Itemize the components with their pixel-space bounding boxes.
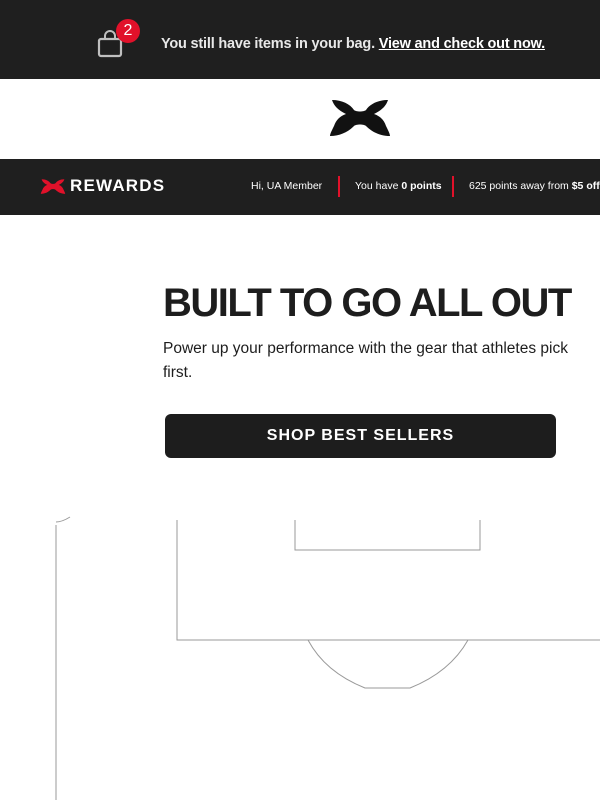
hero-title: BUILT TO GO ALL OUT xyxy=(163,281,572,325)
member-greeting: Hi, UA Member xyxy=(251,180,323,192)
bag-reminder-text: You still have items in your bag. View a… xyxy=(161,36,545,52)
shop-best-sellers-button[interactable]: SHOP BEST SELLERS xyxy=(165,414,556,458)
points-away-prefix: 625 points away from xyxy=(469,180,572,192)
rewards-divider xyxy=(452,176,454,197)
ua-rewards-logo-icon xyxy=(40,179,66,194)
rewards-bar: REWARDS Hi, UA Member You have 0 points … xyxy=(0,159,600,215)
points-away-text: 625 points away from $5 off xyxy=(469,180,600,192)
under-armour-logo-icon[interactable] xyxy=(328,98,392,138)
hero-subtitle: Power up your performance with the gear … xyxy=(163,340,568,381)
bag-reminder-bar: 2 You still have items in your bag. View… xyxy=(0,0,600,79)
product-image-outline xyxy=(55,516,600,800)
points-away-value: $5 off xyxy=(571,180,600,192)
rewards-divider xyxy=(338,176,340,197)
bag-reminder-message: You still have items in your bag. xyxy=(161,36,375,52)
logo-area xyxy=(0,79,600,159)
points-prefix: You have xyxy=(355,180,402,192)
points-balance: You have 0 points xyxy=(355,180,442,192)
rewards-title[interactable]: REWARDS xyxy=(70,176,165,196)
points-value: 0 points xyxy=(401,180,442,192)
bag-count-badge: 2 xyxy=(116,19,140,43)
view-checkout-link[interactable]: View and check out now. xyxy=(379,36,545,52)
